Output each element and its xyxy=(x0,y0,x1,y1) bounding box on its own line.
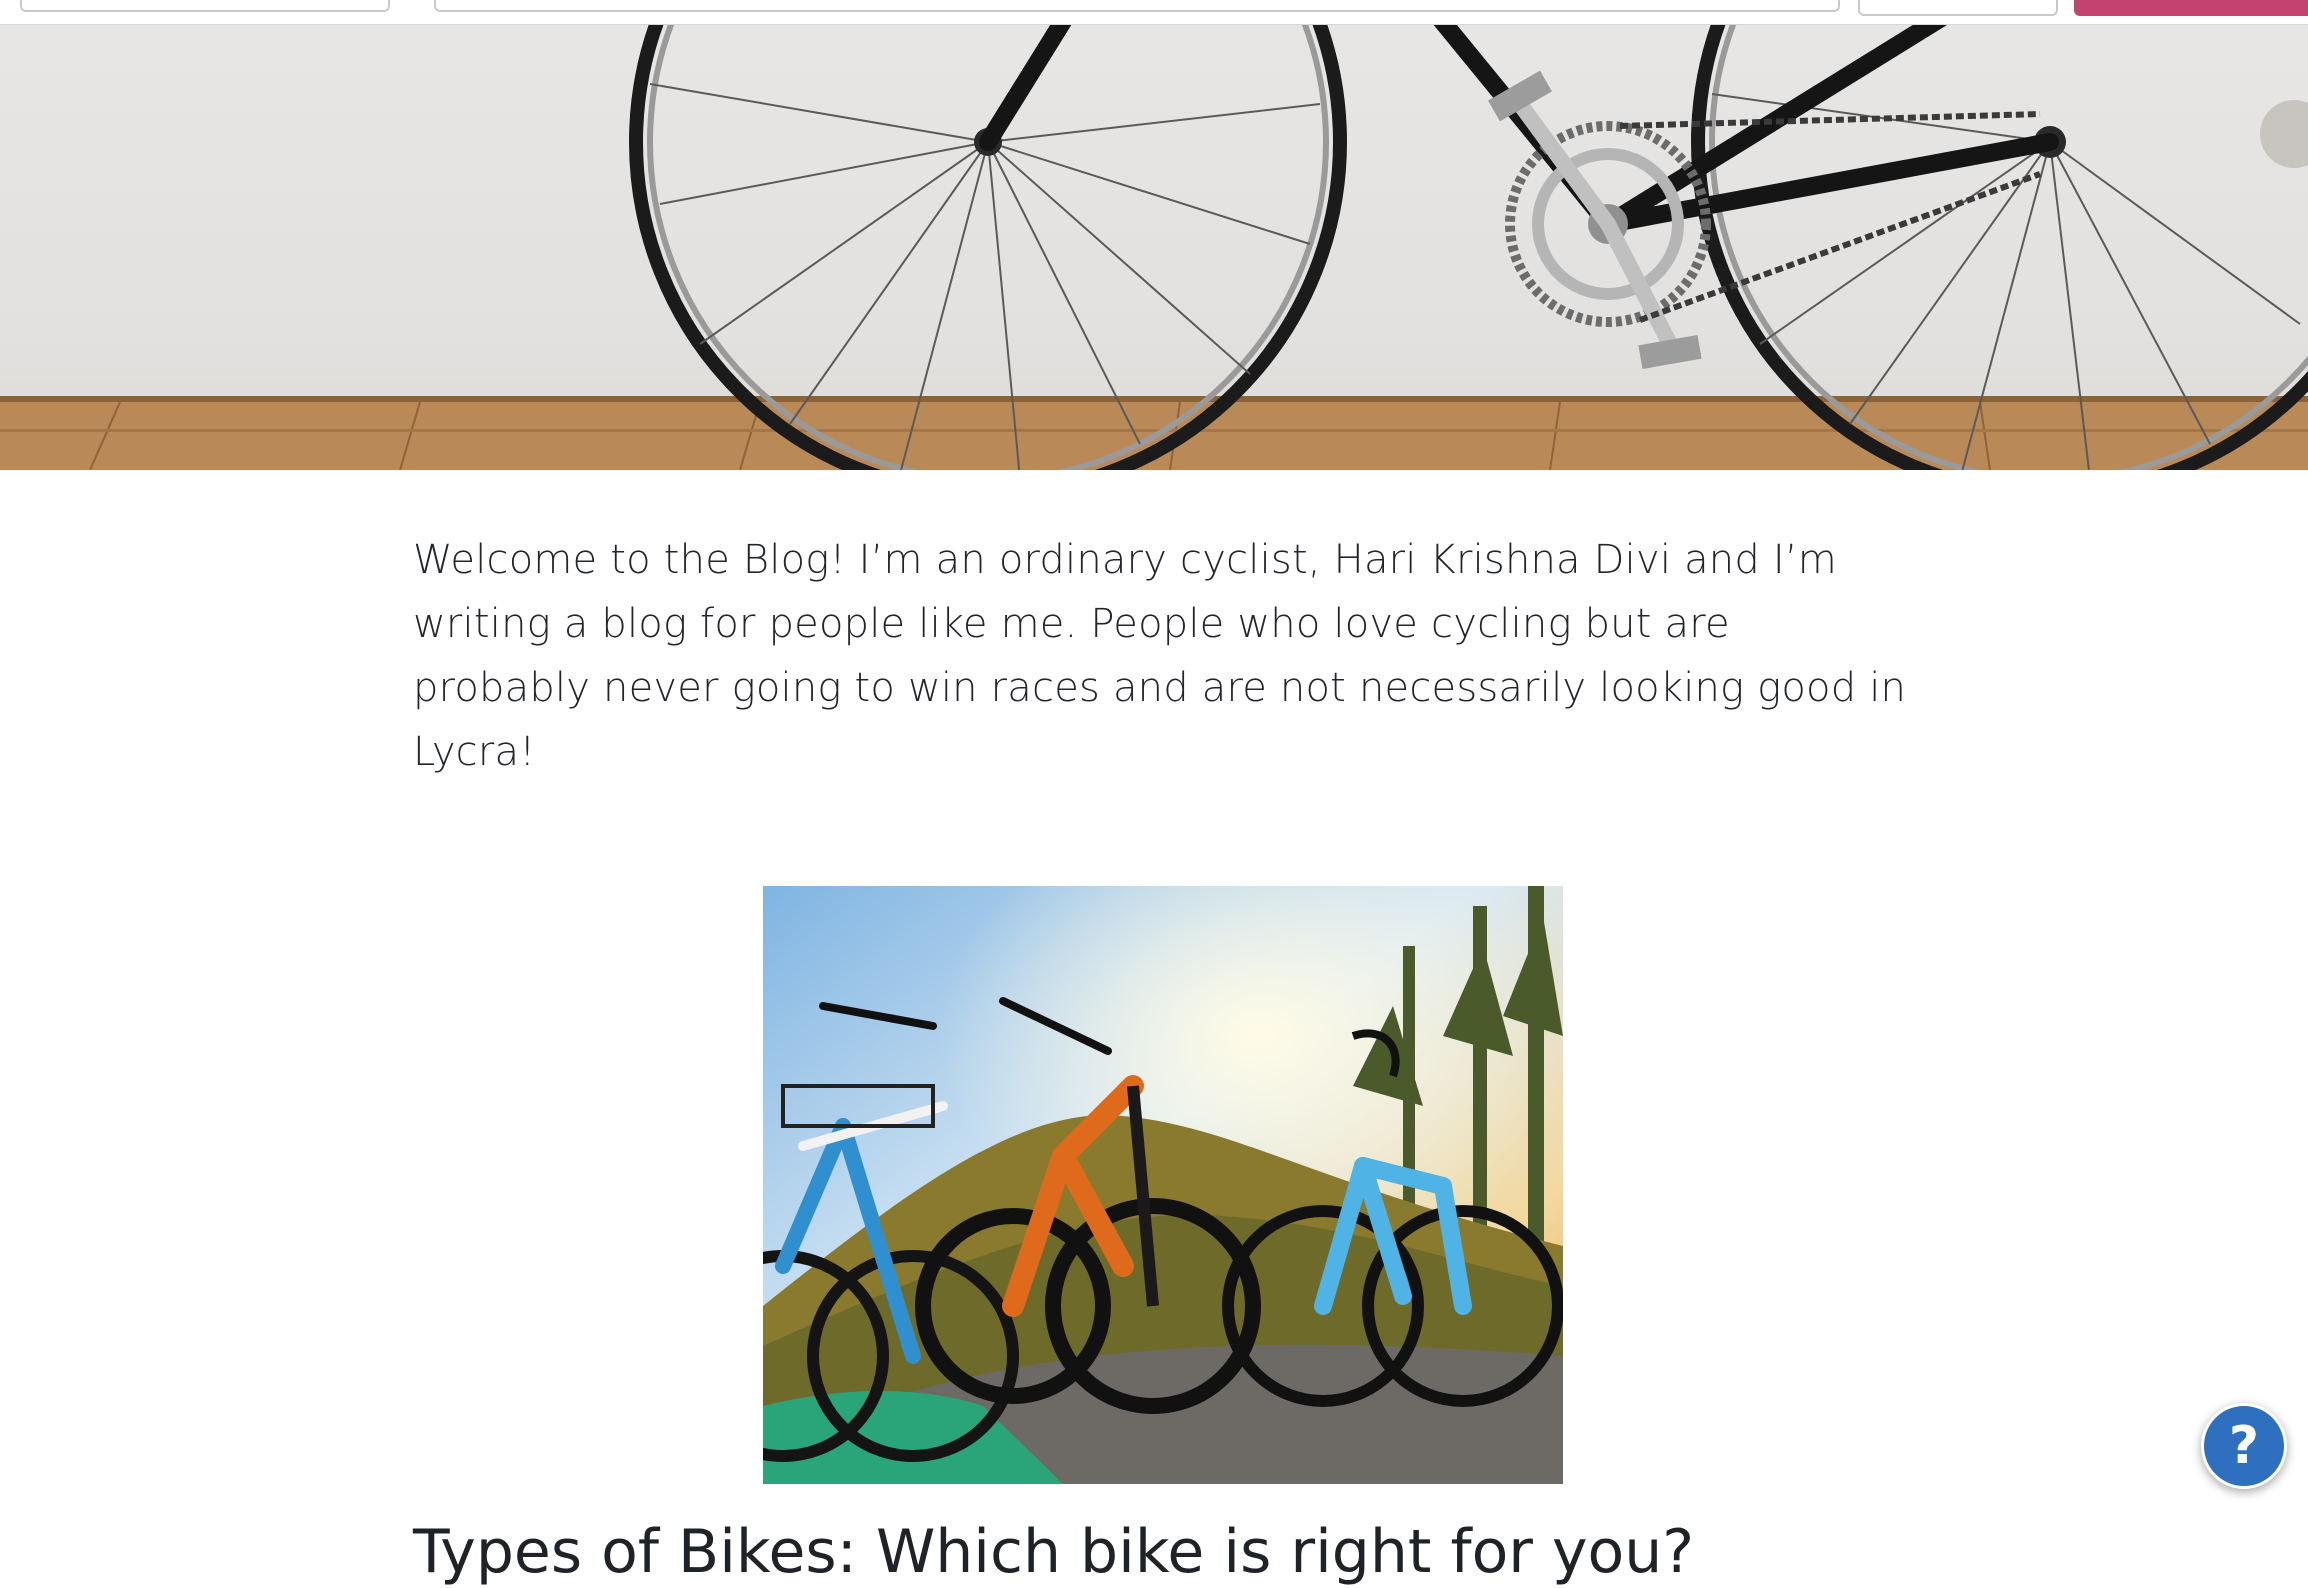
primary-button[interactable] xyxy=(2074,0,2308,16)
featured-post-image[interactable] xyxy=(763,886,1563,1484)
main-input[interactable] xyxy=(434,0,1840,12)
hero-image xyxy=(0,24,2308,470)
chainring xyxy=(1488,70,1711,370)
help-button[interactable]: ? xyxy=(2201,1403,2287,1489)
secondary-button[interactable] xyxy=(1858,0,2058,16)
question-mark-icon: ? xyxy=(2228,1416,2260,1476)
search-input[interactable] xyxy=(20,0,390,12)
post-heading[interactable]: Types of Bikes: Which bike is right for … xyxy=(413,1516,1694,1588)
top-toolbar xyxy=(0,0,2308,25)
intro-paragraph: Welcome to the Blog! I’m an ordinary cyc… xyxy=(413,537,1907,775)
